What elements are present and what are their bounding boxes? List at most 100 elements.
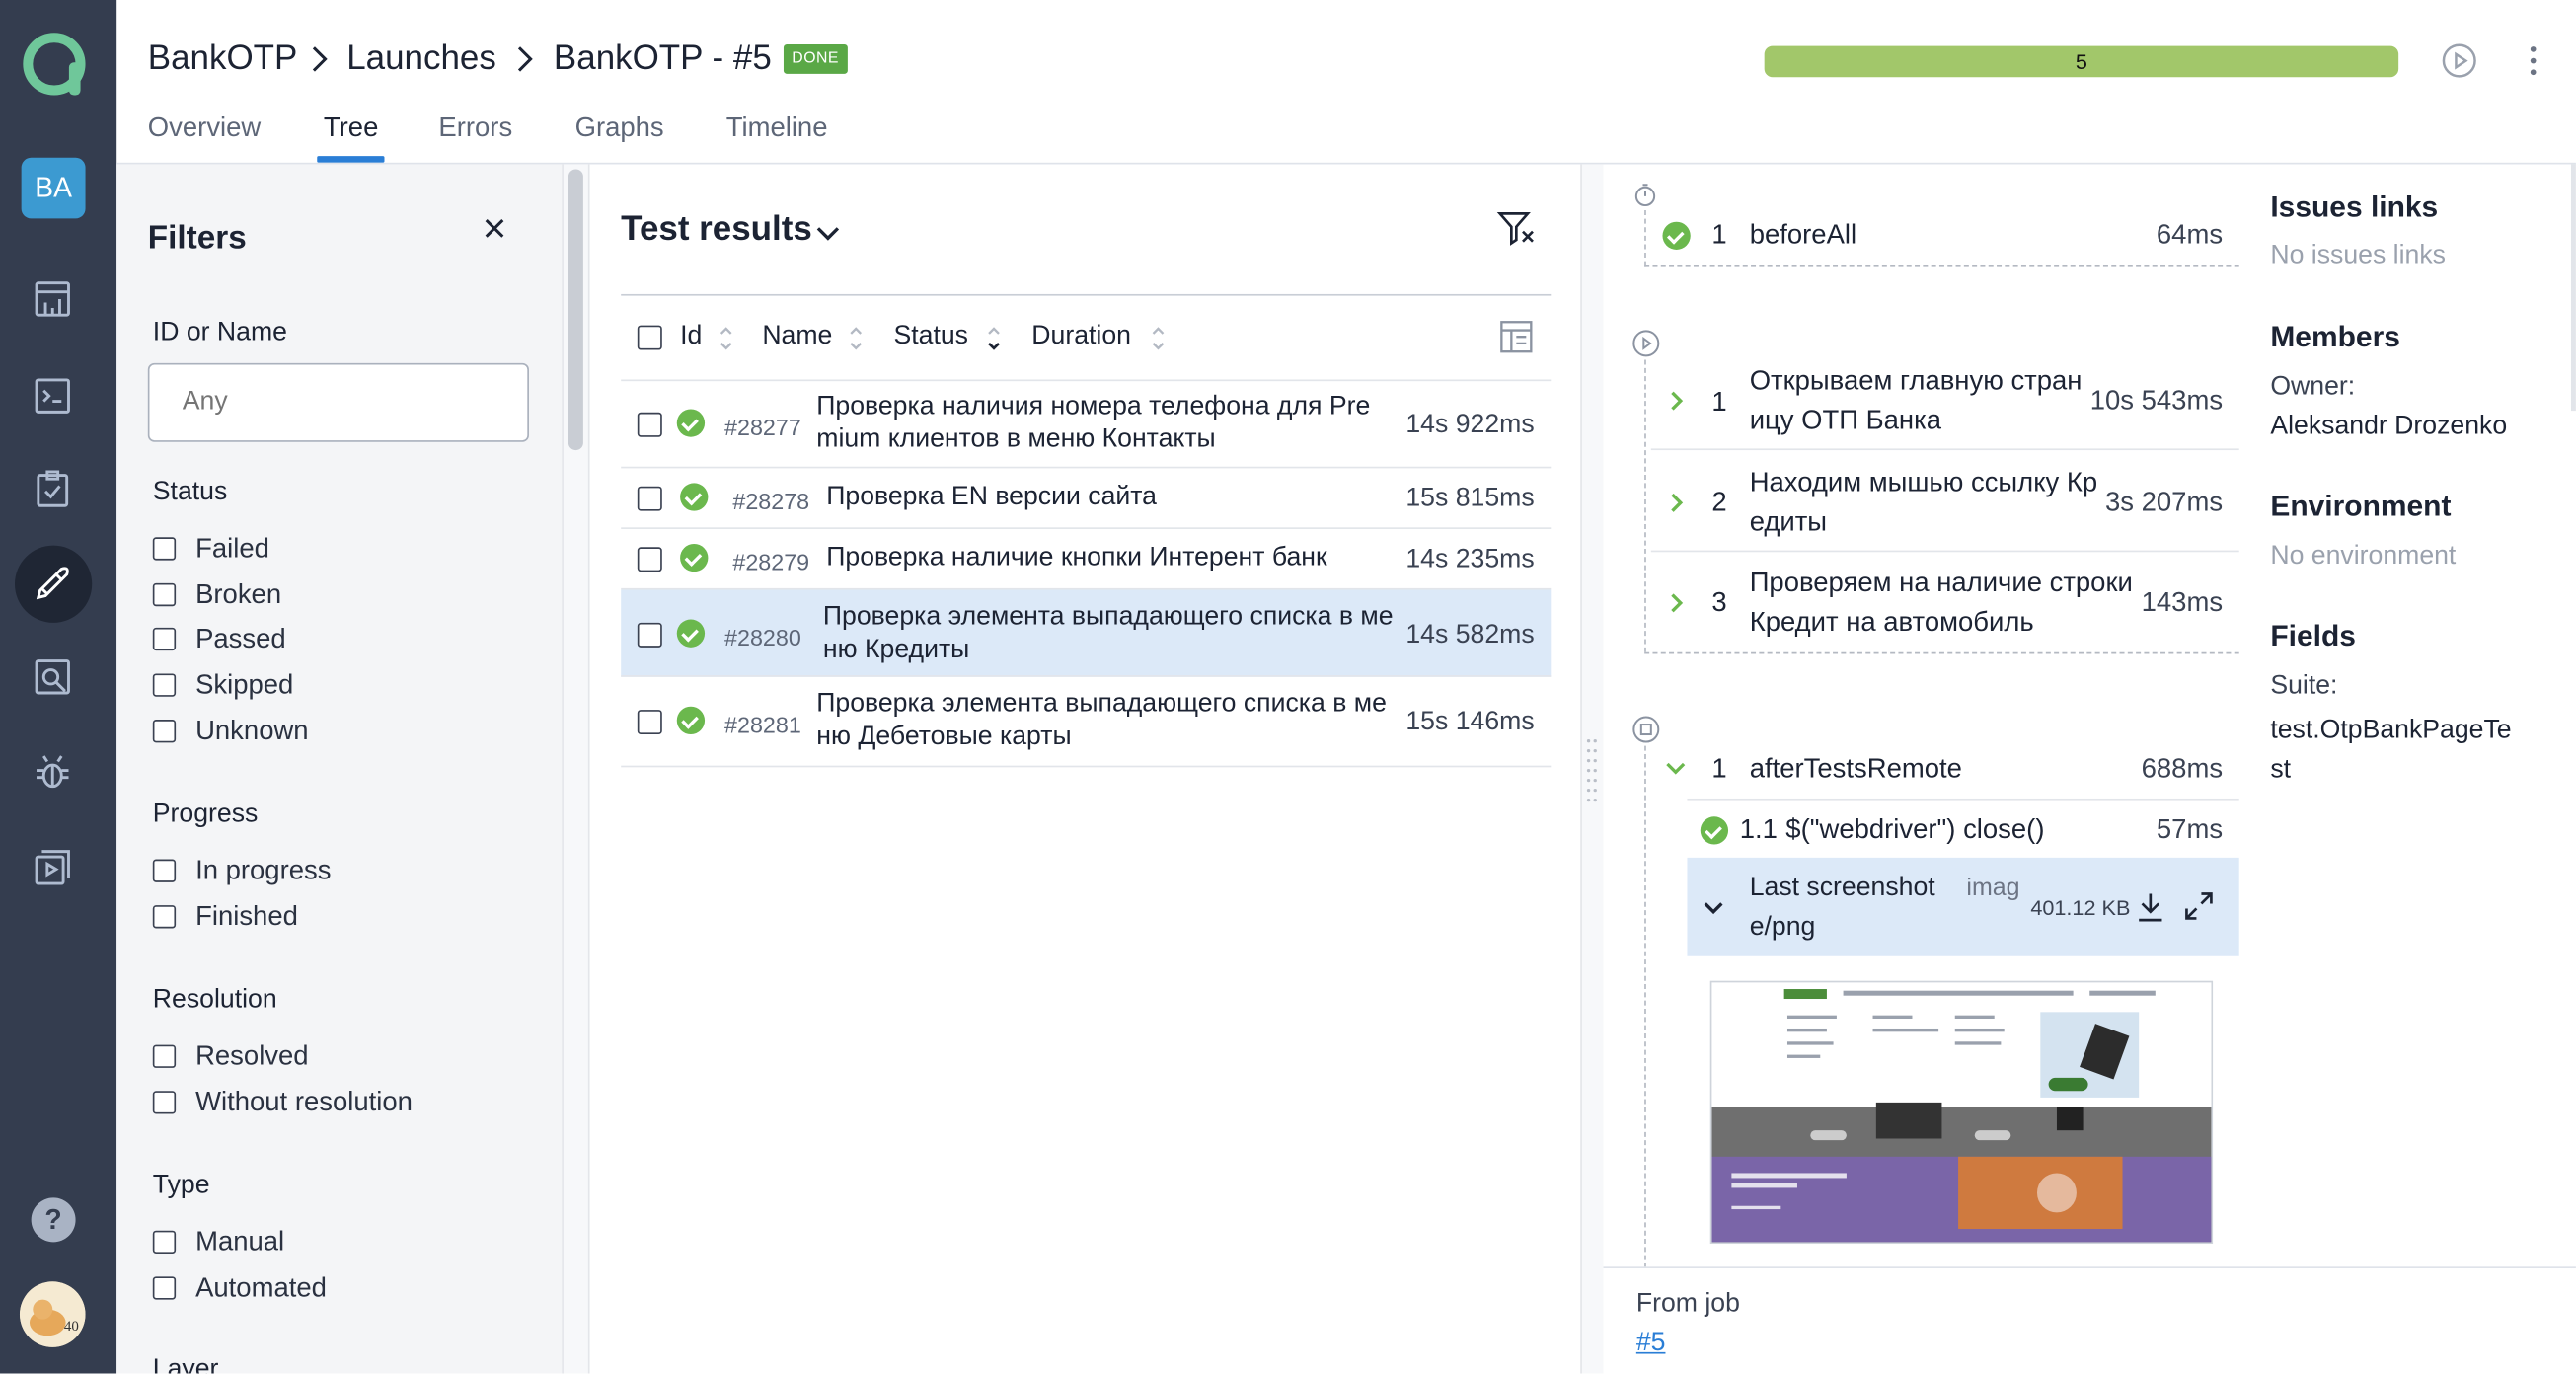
help-icon[interactable]: ?	[31, 1197, 76, 1243]
row-id: #28279	[732, 548, 810, 575]
manual-checkbox[interactable]	[152, 1230, 177, 1255]
row-name[interactable]: Проверка EN версии сайта	[826, 482, 1157, 514]
test-step[interactable]: Находим мышью ссылку Кр едиты	[1750, 463, 2097, 542]
row-checkbox[interactable]	[637, 547, 662, 572]
results-title[interactable]: Test results	[621, 210, 812, 250]
step-duration: 143ms	[2141, 587, 2224, 618]
breadcrumb-launches[interactable]: Launches	[346, 39, 496, 79]
sort-icon[interactable]	[986, 324, 1003, 353]
column-status-header[interactable]: Status	[893, 322, 968, 351]
without-resolution-checkbox[interactable]	[152, 1091, 177, 1114]
tab-graphs[interactable]: Graphs	[575, 114, 664, 145]
row-id: #28277	[724, 414, 801, 441]
user-avatar[interactable]: 40	[19, 1281, 86, 1347]
app-logo-icon[interactable]	[20, 30, 89, 99]
after-step[interactable]: afterTestsRemote	[1750, 749, 1962, 789]
resolved-checkbox[interactable]	[152, 1044, 177, 1068]
expand-icon[interactable]	[2183, 890, 2215, 922]
status-broken-checkbox[interactable]	[152, 582, 177, 607]
row-duration: 14s 922ms	[1405, 411, 1535, 439]
status-passed-checkbox[interactable]	[152, 627, 177, 651]
step-number: 1.1	[1739, 814, 1778, 845]
project-avatar[interactable]: BA	[21, 157, 86, 219]
row-checkbox[interactable]	[637, 412, 662, 437]
from-job-link[interactable]: #5	[1636, 1330, 1666, 1359]
status-skipped-checkbox[interactable]	[152, 673, 177, 697]
filters-title: Filters	[147, 220, 247, 257]
defects-bug-icon[interactable]	[28, 747, 77, 797]
step-number: 1	[1711, 220, 1727, 251]
test-plans-icon[interactable]	[28, 465, 77, 514]
finished-checkbox[interactable]	[152, 905, 177, 929]
attachment-type: imag	[1966, 874, 2020, 902]
jobs-run-icon[interactable]	[28, 843, 77, 892]
test-cases-icon[interactable]	[28, 371, 77, 420]
resolution-section-label: Resolution	[152, 985, 277, 1014]
step-number: 3	[1711, 587, 1727, 618]
dashboard-icon[interactable]	[28, 274, 77, 324]
type-option-label: Manual	[195, 1227, 285, 1258]
chevron-down-icon[interactable]	[1704, 897, 1723, 917]
row-name[interactable]: Проверка наличие кнопки Интерент банк	[826, 542, 1326, 574]
environment-value: No environment	[2270, 542, 2457, 571]
column-name-header[interactable]: Name	[762, 322, 832, 351]
layer-section-label: Layer	[152, 1355, 219, 1374]
analytics-search-icon[interactable]	[28, 652, 77, 702]
sort-icon[interactable]	[848, 324, 865, 353]
side-scrollbar[interactable]	[2570, 164, 2576, 412]
chevron-right-icon[interactable]	[1667, 389, 1687, 411]
clear-filter-icon[interactable]	[1496, 210, 1538, 247]
chevron-right-icon[interactable]	[1667, 492, 1687, 512]
row-name-line: mium клиентов в меню Контакты	[816, 425, 1216, 454]
suite-value-line: test.OtpBankPageTe	[2270, 716, 2512, 745]
suite-value: test.OtpBankPageTe st	[2270, 712, 2511, 791]
sort-icon[interactable]	[718, 324, 734, 353]
download-icon[interactable]	[2136, 890, 2165, 923]
step-duration: 688ms	[2141, 754, 2224, 784]
run-icon[interactable]	[2441, 42, 2477, 79]
column-duration-header[interactable]: Duration	[1031, 322, 1131, 351]
row-duration: 14s 235ms	[1405, 545, 1535, 573]
select-all-checkbox[interactable]	[637, 325, 662, 350]
row-checkbox[interactable]	[637, 622, 662, 648]
before-all-step[interactable]: beforeAll	[1750, 215, 1856, 255]
automated-checkbox[interactable]	[152, 1276, 177, 1300]
column-id-header[interactable]: Id	[680, 322, 702, 351]
sub-step[interactable]: $("webdriver") close()	[1785, 810, 2044, 850]
step-duration: 57ms	[2156, 814, 2224, 845]
status-option-label: Skipped	[195, 670, 294, 701]
row-checkbox[interactable]	[637, 486, 662, 511]
row-checkbox[interactable]	[637, 710, 662, 735]
status-failed-checkbox[interactable]	[152, 537, 177, 561]
passed-status-icon	[676, 619, 706, 648]
tab-tree[interactable]: Tree	[324, 114, 378, 145]
more-menu-icon[interactable]	[2527, 44, 2539, 77]
row-name[interactable]: Проверка наличия номера телефона для Pre…	[816, 391, 1370, 457]
chevron-right-icon[interactable]	[1667, 591, 1687, 613]
sort-icon[interactable]	[1150, 324, 1167, 353]
close-icon[interactable]	[483, 217, 505, 240]
launches-icon[interactable]	[28, 559, 77, 608]
id-name-input[interactable]	[147, 362, 529, 442]
tab-overview[interactable]: Overview	[148, 114, 261, 145]
status-unknown-checkbox[interactable]	[152, 720, 177, 743]
resolution-option-label: Without resolution	[195, 1087, 413, 1117]
type-section-label: Type	[152, 1171, 210, 1200]
chevron-down-icon[interactable]	[815, 222, 842, 242]
test-step[interactable]: Открываем главную стран ицу ОТП Банка	[1750, 361, 2083, 440]
breadcrumb-project[interactable]: BankOTP	[148, 39, 298, 79]
svg-text:40: 40	[64, 1319, 79, 1335]
drag-handle-icon[interactable]	[1585, 734, 1598, 810]
row-duration: 15s 815ms	[1405, 485, 1535, 513]
in-progress-checkbox[interactable]	[152, 859, 177, 882]
row-name[interactable]: Проверка элемента выпадающего списка в м…	[823, 601, 1394, 667]
attachment-size: 401.12 KB	[2030, 895, 2131, 921]
screenshot-preview[interactable]	[1709, 980, 2214, 1245]
tab-errors[interactable]: Errors	[438, 114, 512, 145]
column-settings-icon[interactable]	[1496, 317, 1536, 356]
scrollbar-thumb[interactable]	[568, 169, 583, 451]
tab-timeline[interactable]: Timeline	[726, 114, 828, 145]
suite-value-line: st	[2270, 755, 2292, 784]
row-name[interactable]: Проверка элемента выпадающего списка в м…	[816, 688, 1387, 754]
chevron-down-icon[interactable]	[1666, 757, 1686, 777]
